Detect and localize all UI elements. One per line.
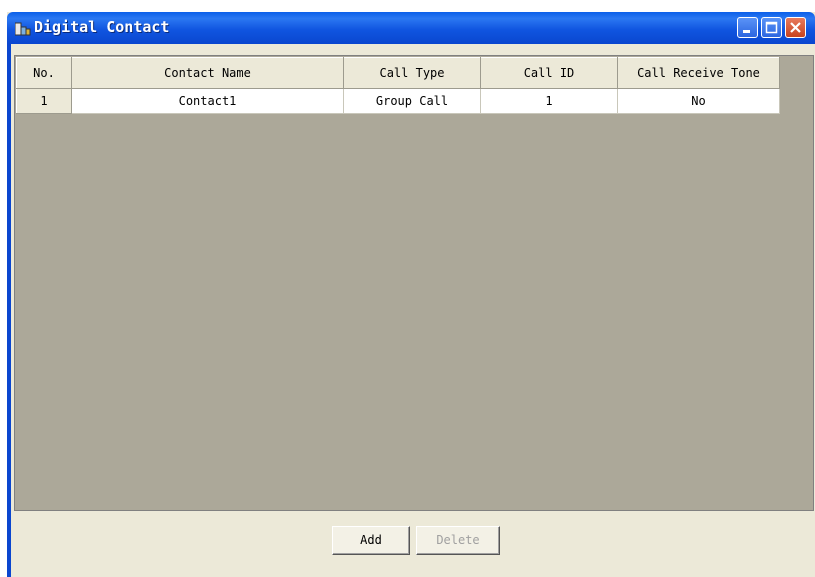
column-header-call-type[interactable]: Call Type	[343, 57, 481, 89]
column-header-call-id[interactable]: Call ID	[480, 57, 618, 89]
cell-no[interactable]: 1	[16, 88, 72, 114]
column-header-contact-name[interactable]: Contact Name	[71, 57, 344, 89]
digital-contact-window: Digital Contact No. Contact Name Call Ty…	[7, 12, 815, 577]
close-icon	[790, 22, 801, 33]
contact-table: No. Contact Name Call Type Call ID Call …	[16, 57, 780, 114]
delete-button[interactable]: Delete	[416, 526, 500, 555]
column-header-no[interactable]: No.	[16, 57, 72, 89]
close-button[interactable]	[785, 17, 806, 38]
window-frame	[7, 44, 11, 577]
cell-call-receive-tone[interactable]: No	[617, 88, 780, 114]
title-bar[interactable]: Digital Contact	[7, 12, 815, 44]
cell-call-type[interactable]: Group Call	[343, 88, 481, 114]
cell-contact-name[interactable]: Contact1	[71, 88, 344, 114]
cell-call-id[interactable]: 1	[480, 88, 618, 114]
maximize-button[interactable]	[761, 17, 782, 38]
table-header-row: No. Contact Name Call Type Call ID Call …	[16, 57, 780, 89]
column-header-call-receive-tone[interactable]: Call Receive Tone	[617, 57, 780, 89]
maximize-icon	[765, 21, 778, 34]
window-title: Digital Contact	[34, 18, 170, 36]
contact-grid[interactable]: No. Contact Name Call Type Call ID Call …	[14, 55, 814, 511]
minimize-button[interactable]	[737, 17, 758, 38]
table-row[interactable]: 1 Contact1 Group Call 1 No	[16, 88, 780, 114]
add-button[interactable]: Add	[332, 526, 410, 555]
app-icon	[14, 21, 31, 36]
minimize-icon	[743, 30, 750, 33]
